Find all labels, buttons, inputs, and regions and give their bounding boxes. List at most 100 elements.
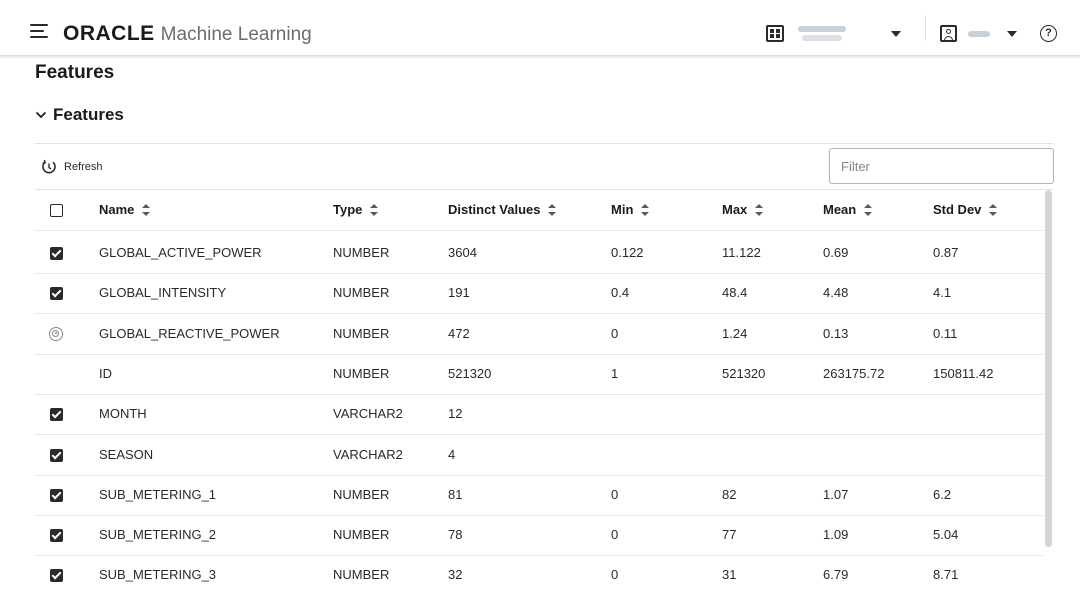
cell-type: NUMBER	[333, 567, 390, 583]
column-header-max[interactable]: Max	[722, 190, 764, 230]
cell-distinct: 521320	[448, 365, 492, 381]
table-row[interactable]: GLOBAL_ACTIVE_POWER NUMBER 3604 0.122 11.122…	[35, 233, 1043, 274]
user-selector[interactable]	[966, 25, 994, 41]
cell-distinct: 191	[448, 285, 470, 301]
row-checkbox-checked[interactable]	[50, 488, 63, 502]
cell-min: 0	[611, 486, 619, 502]
sort-icon	[142, 204, 151, 216]
cell-name: SUB_METERING_3	[99, 567, 217, 583]
sort-icon	[989, 204, 998, 216]
target-icon[interactable]	[49, 326, 63, 341]
cell-min: 0	[611, 567, 619, 583]
chevron-down-icon	[35, 111, 47, 119]
cell-max: 521320	[722, 365, 766, 381]
row-checkbox-checked[interactable]	[50, 448, 63, 462]
cell-type: NUMBER	[333, 527, 390, 543]
user-dropdown-caret-icon[interactable]	[1007, 31, 1017, 37]
row-checkbox-checked[interactable]	[50, 287, 63, 301]
select-all-checkbox[interactable]	[50, 204, 63, 217]
cell-name: ID	[99, 365, 112, 381]
project-dropdown-caret-icon[interactable]	[891, 31, 901, 37]
table-row[interactable]: MONTH VARCHAR2 12	[35, 394, 1043, 436]
filter-input[interactable]	[829, 148, 1054, 184]
sort-icon	[641, 204, 650, 216]
table-row[interactable]: SUB_METERING_3 NUMBER 32 0 31 6.79 8.71	[35, 555, 1043, 595]
cell-max: 11.122	[722, 245, 761, 260]
cell-min: 0	[611, 325, 619, 341]
cell-distinct: 78	[448, 527, 463, 543]
column-header-name[interactable]: Name	[99, 190, 151, 230]
app-header: ORACLE Machine Learning ?	[0, 0, 1080, 56]
cell-max: 77	[722, 527, 737, 543]
cell-type: NUMBER	[333, 245, 390, 260]
table-row[interactable]: SUB_METERING_2 NUMBER 78 0 77 1.09 5.04	[35, 515, 1043, 557]
cell-mean: 1.07	[823, 486, 849, 502]
cell-std: 4.1	[933, 285, 952, 301]
cell-type: NUMBER	[333, 325, 390, 341]
cell-name: MONTH	[99, 406, 147, 422]
cell-distinct: 12	[448, 406, 463, 422]
table-scrollbar[interactable]	[1043, 190, 1053, 595]
cell-mean: 1.09	[823, 527, 849, 543]
cell-max: 48.4	[722, 285, 748, 301]
user-icon[interactable]	[940, 25, 957, 42]
cell-type: NUMBER	[333, 486, 390, 502]
cell-std: 8.71	[933, 567, 959, 583]
table-row[interactable]: SEASON VARCHAR2 4	[35, 435, 1043, 476]
cell-max: 1.24	[722, 325, 748, 341]
oracle-logo-text: ORACLE	[63, 22, 155, 45]
cell-type: VARCHAR2	[333, 406, 403, 422]
cell-mean: 0.69	[823, 245, 849, 260]
cell-name: GLOBAL_REACTIVE_POWER	[99, 325, 280, 341]
cell-type: NUMBER	[333, 285, 390, 301]
cell-distinct: 472	[448, 325, 470, 341]
cell-mean: 6.79	[823, 567, 849, 583]
table-row[interactable]: ID NUMBER 521320 1 521320 263175.72 150811.42	[35, 354, 1043, 395]
refresh-label: Refresh	[64, 161, 103, 173]
table-row[interactable]: GLOBAL_INTENSITY NUMBER 191 0.4 48.4 4.48 4.1	[35, 273, 1043, 315]
cell-min: 0.4	[611, 285, 630, 301]
column-header-std-dev[interactable]: Std Dev	[933, 190, 998, 230]
table-row[interactable]: GLOBAL_REACTIVE_POWER NUMBER 472 0 1.24 0.13 0…	[35, 314, 1043, 355]
cell-std: 5.04	[933, 527, 959, 543]
cell-name: GLOBAL_INTENSITY	[99, 285, 227, 301]
cell-name: GLOBAL_ACTIVE_POWER	[99, 245, 262, 260]
product-name: Machine Learning	[160, 24, 312, 45]
project-grid-icon[interactable]	[766, 25, 784, 42]
column-header-min[interactable]: Min	[611, 190, 650, 230]
row-checkbox-checked[interactable]	[50, 529, 63, 543]
features-table: Name Type Distinct Values Min Max Mean S…	[35, 190, 1043, 595]
row-checkbox-checked[interactable]	[50, 247, 63, 260]
refresh-icon	[42, 159, 56, 174]
column-header-type[interactable]: Type	[333, 190, 379, 230]
project-selector[interactable]	[798, 22, 860, 44]
cell-name: SUB_METERING_2	[99, 527, 217, 543]
cell-std: 6.2	[933, 486, 952, 502]
sort-icon	[548, 204, 557, 216]
sort-icon	[864, 204, 873, 216]
cell-min: 0	[611, 527, 619, 543]
cell-distinct: 32	[448, 567, 463, 583]
cell-mean: 4.48	[823, 285, 849, 301]
cell-min: 1	[611, 365, 619, 381]
section-title: Features	[53, 105, 124, 124]
help-icon[interactable]: ?	[1040, 25, 1057, 42]
cell-mean: 263175.72	[823, 365, 885, 381]
refresh-button[interactable]: Refresh	[41, 157, 103, 177]
cell-std: 150811.42	[933, 365, 994, 381]
section-toggle[interactable]: Features	[35, 104, 124, 126]
table-row[interactable]: SUB_METERING_1 NUMBER 81 0 82 1.07 6.2	[35, 475, 1043, 516]
cell-type: NUMBER	[333, 365, 390, 381]
cell-min: 0.122	[611, 245, 644, 260]
cell-distinct: 3604	[448, 245, 477, 260]
scrollbar-thumb[interactable]	[1045, 190, 1052, 547]
cell-std: 0.87	[933, 245, 959, 260]
cell-name: SEASON	[99, 446, 154, 462]
column-header-distinct-values[interactable]: Distinct Values	[448, 190, 557, 230]
hamburger-menu-icon[interactable]	[30, 24, 48, 38]
row-checkbox-checked[interactable]	[50, 408, 63, 422]
cell-mean: 0.13	[823, 325, 849, 341]
sort-icon	[370, 204, 379, 216]
row-checkbox-checked[interactable]	[50, 569, 63, 583]
column-header-mean[interactable]: Mean	[823, 190, 873, 230]
